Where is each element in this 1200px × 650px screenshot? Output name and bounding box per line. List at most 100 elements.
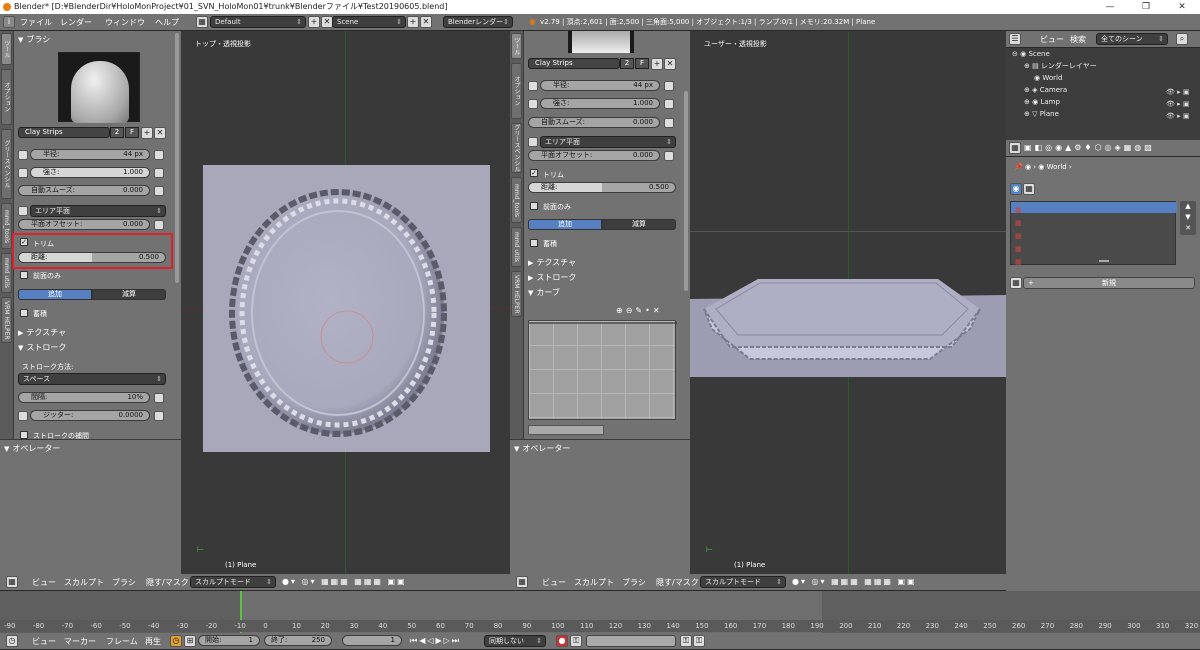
right-hide-mask-menu[interactable]: 隠す/マスク	[656, 577, 699, 588]
timeline-playback-menu[interactable]: 再生	[145, 636, 161, 647]
brush-name-field[interactable]: Clay Strips	[18, 127, 110, 138]
spacing-field[interactable]: 間隔: 10%	[18, 392, 150, 403]
menu-file[interactable]: ファイル	[20, 17, 52, 28]
autosmooth-pressure-icon[interactable]	[154, 186, 164, 196]
outliner-row-world[interactable]: ◉ World	[1034, 72, 1062, 84]
left-3d-viewport[interactable]: トップ・透視投影 ⊢ (1) Plane	[181, 31, 510, 574]
right-brush-add-button[interactable]: +	[651, 58, 663, 70]
record-icon[interactable]: ●	[556, 635, 568, 647]
front-faces-checkbox[interactable]	[20, 271, 28, 279]
outliner-filter-select[interactable]: 全てのシーン	[1096, 33, 1168, 45]
outliner-row-lamp[interactable]: ⊕ ◉ Lamp	[1024, 96, 1060, 108]
properties-context-tabs[interactable]: ▣◧◎◉▲⚙♦⬡◎◈▦◍▨	[1024, 143, 1155, 152]
right-autosmooth-pressure-icon[interactable]	[664, 118, 674, 128]
right-area-plane-select[interactable]: エリア平面	[540, 136, 676, 148]
current-frame-field[interactable]: 1	[342, 635, 402, 646]
outliner-row-renderlayer[interactable]: ⊕ ▤ レンダーレイヤー	[1024, 60, 1097, 72]
right-radius-field[interactable]: 半径: 44 px	[540, 80, 660, 91]
texture-panel-header[interactable]: ▶ テクスチャ	[18, 327, 66, 338]
visibility-icons[interactable]: 👁 ▸ ▣ 👁 ▸ ▣ 👁 ▸ ▣	[1166, 86, 1189, 122]
right-strength-lock-icon[interactable]	[528, 99, 538, 109]
right-sculpt-menu[interactable]: スカルプト	[574, 577, 614, 588]
texture-slot-list[interactable]: ▦ ▦ ▦ ▦ ▦	[1010, 201, 1177, 266]
right-tab-mmd-tools[interactable]: mmd_tools	[511, 177, 522, 223]
plane-offset-field[interactable]: 平面オフセット: 0.000	[18, 219, 150, 230]
right-accumulate-checkbox[interactable]	[530, 239, 538, 247]
right-tab-vrm-helper[interactable]: VRM HELPER	[511, 271, 522, 317]
texture-browse-icon[interactable]: ▦	[1010, 277, 1022, 289]
outliner-row-camera[interactable]: ⊕ ◈ Camera	[1024, 84, 1067, 96]
preview-range-icon[interactable]: ◷	[170, 635, 182, 647]
tab-mmd-utils[interactable]: mmd utils	[1, 253, 12, 293]
right-view3d-editor-icon[interactable]: ▦	[516, 576, 528, 588]
insert-keyframe-icon[interactable]: ⚿	[680, 635, 692, 647]
subtract-toggle[interactable]: 減算	[92, 289, 166, 300]
right-brush-fake-user-button[interactable]: F	[635, 58, 649, 69]
outliner-search-menu[interactable]: 検索	[1070, 34, 1086, 45]
add-toggle[interactable]: 追加	[18, 289, 92, 300]
right-mode-select[interactable]: スカルプトモード	[700, 576, 786, 588]
menu-window[interactable]: ウィンドウ	[105, 17, 145, 28]
curve-tool-icons[interactable]: ⊕⊖✎•✕	[616, 306, 663, 315]
curve-preset-buttons[interactable]	[528, 425, 604, 435]
properties-editor-icon[interactable]: ▦	[1009, 142, 1021, 154]
right-subtract-toggle[interactable]: 減算	[602, 219, 676, 230]
strength-pressure-icon[interactable]	[154, 168, 164, 178]
sync-select[interactable]: 同期しない	[484, 635, 546, 647]
timeline-frame-menu[interactable]: フレーム	[106, 636, 138, 647]
right-distance-field[interactable]: 距離: 0.500	[528, 182, 676, 193]
radius-pressure-icon[interactable]	[154, 150, 164, 160]
right-view-menu[interactable]: ビュー	[542, 577, 566, 588]
operator-panel-header[interactable]: ▼ オペレーター	[4, 443, 60, 454]
tab-mmd-tools[interactable]: mmd_tools	[1, 203, 12, 249]
right-operator-panel-header[interactable]: ▼ オペレーター	[514, 443, 570, 454]
right-tab-mmd-utils[interactable]: mmd utils	[511, 227, 522, 267]
radius-field[interactable]: 半径: 44 px	[30, 149, 150, 160]
left-header-tool-icons[interactable]: ●▾ ◎▾ ▦▦▦ ▦▦▦ ▣▣	[282, 577, 407, 586]
right-3d-viewport[interactable]: ユーザー・透視投影 ⊢ (1) Plane	[690, 31, 1006, 574]
left-view-menu[interactable]: ビュー	[32, 577, 56, 588]
right-stroke-panel-header[interactable]: ▶ ストローク	[528, 272, 576, 283]
left-mode-select[interactable]: スカルプトモード	[190, 576, 276, 588]
distance-field[interactable]: 距離: 0.500	[18, 252, 166, 263]
scene-add-button[interactable]: +	[407, 16, 419, 28]
new-texture-button[interactable]: + 新規	[1023, 277, 1195, 289]
right-brush-menu[interactable]: ブラシ	[622, 577, 646, 588]
keying-set-field[interactable]	[586, 635, 676, 647]
lock-range-icon[interactable]: ⊞	[184, 635, 196, 647]
right-tab-options[interactable]: オプション	[511, 63, 522, 119]
maximize-button[interactable]: ❐	[1128, 0, 1164, 14]
menu-render[interactable]: レンダー	[60, 17, 92, 28]
right-radius-lock-icon[interactable]	[528, 81, 538, 91]
brush-remove-button[interactable]: ✕	[154, 127, 166, 139]
outliner-editor-icon[interactable]: ☰	[1009, 33, 1021, 45]
right-texture-panel-header[interactable]: ▶ テクスチャ	[528, 257, 576, 268]
right-front-faces-checkbox[interactable]	[530, 202, 538, 210]
brush-add-button[interactable]: +	[141, 127, 153, 139]
left-brush-menu[interactable]: ブラシ	[112, 577, 136, 588]
right-plane-offset-field[interactable]: 平面オフセット: 0.000	[528, 150, 660, 161]
editor-type-icon[interactable]: i	[3, 16, 15, 28]
tab-options[interactable]: オプション	[1, 69, 12, 125]
trim-checkbox[interactable]: ✓	[20, 238, 28, 246]
curve-editor[interactable]	[528, 320, 677, 420]
right-plane-offset-icon[interactable]	[664, 151, 674, 161]
tab-tool[interactable]: ツール	[1, 33, 12, 65]
timeline-view-menu[interactable]: ビュー	[32, 636, 56, 647]
timeline-marker-menu[interactable]: マーカー	[64, 636, 96, 647]
scene-select[interactable]: Scene	[332, 16, 406, 28]
tab-vrm-helper[interactable]: VRM HELPER	[1, 297, 12, 343]
slot-move-buttons[interactable]: ▲ ▼ ✕	[1180, 201, 1196, 235]
spacing-pressure-icon[interactable]	[154, 393, 164, 403]
layout-select[interactable]: Default	[210, 16, 306, 28]
jitter-field[interactable]: ジッター: 0.0000	[30, 410, 150, 421]
strength-field[interactable]: 強さ: 1.000	[30, 167, 150, 178]
world-slot-icon[interactable]: ◉	[1010, 183, 1022, 195]
outliner-row-plane[interactable]: ⊕ ▽ Plane	[1024, 108, 1059, 120]
accumulate-checkbox[interactable]	[20, 309, 28, 317]
layout-add-button[interactable]: +	[308, 16, 320, 28]
left-view3d-editor-icon[interactable]: ▦	[6, 576, 18, 588]
keying-set-icon[interactable]: ⚿	[570, 635, 582, 647]
stroke-method-select[interactable]: スペース	[18, 373, 166, 385]
right-brush-remove-button[interactable]: ✕	[664, 58, 676, 70]
